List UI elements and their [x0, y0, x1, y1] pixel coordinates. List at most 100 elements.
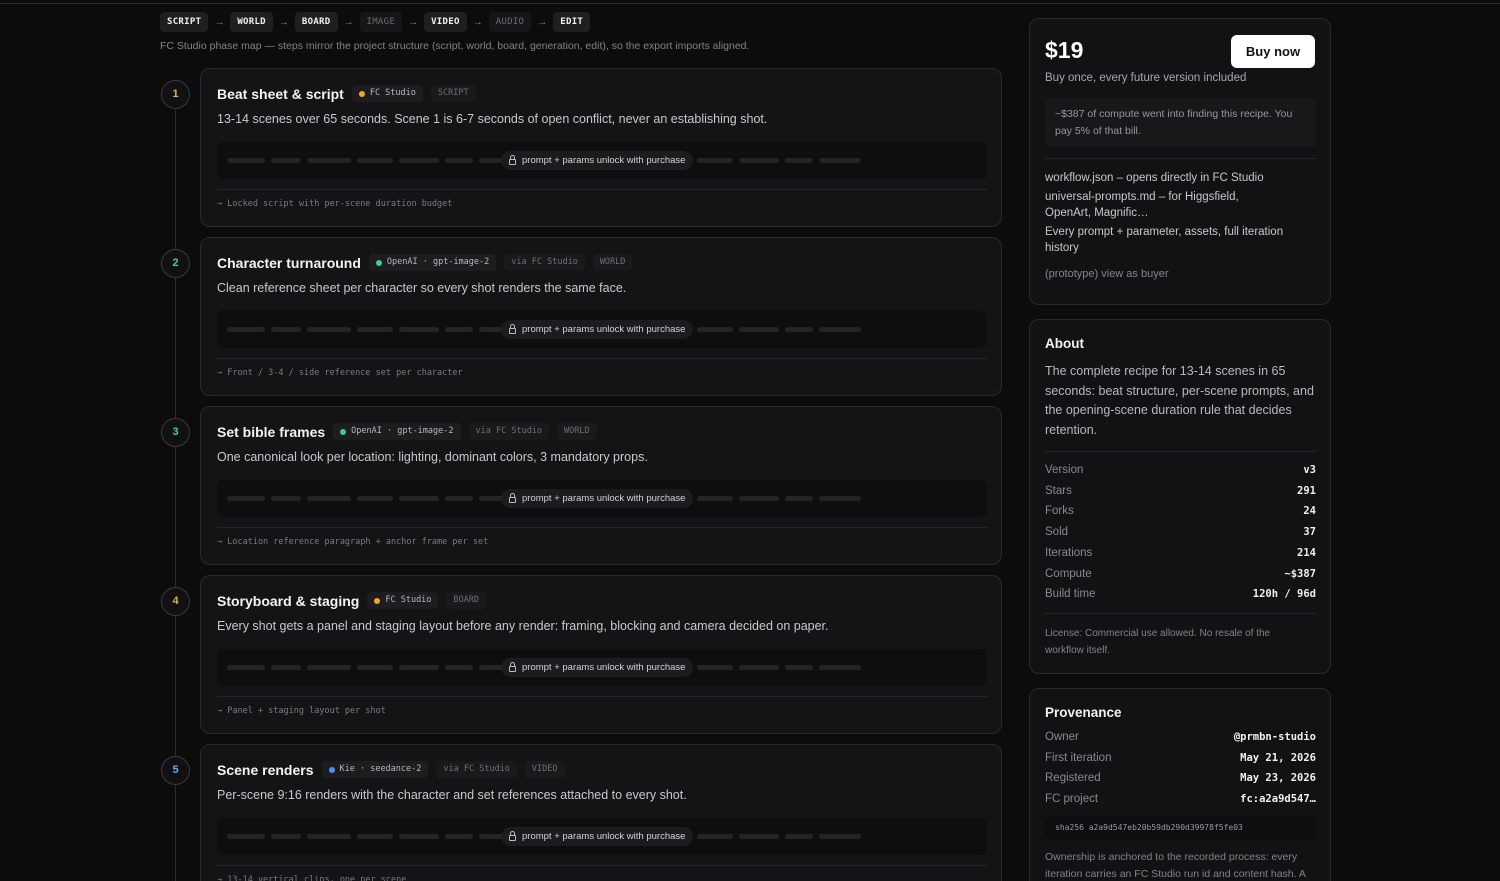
step-card: Storyboard & staging FC Studio BOARD Eve…	[200, 575, 1002, 734]
provenance-row: Registered May 23, 2026	[1045, 772, 1316, 784]
phase-tag: VIDEO	[524, 761, 565, 778]
unlock-pill[interactable]: prompt + params unlock with purchase	[501, 151, 694, 170]
phase-arrow: →	[537, 16, 548, 28]
step-card: Beat sheet & script FC Studio SCRIPT 13-…	[200, 68, 1002, 227]
stat-row: Sold 37	[1045, 526, 1316, 538]
top-divider	[0, 3, 1500, 4]
provenance-value: fc:a2a9d547…	[1240, 793, 1316, 806]
tool-tag: OpenAI · gpt-image-2	[368, 254, 497, 271]
step-number: 5	[161, 756, 190, 785]
include-item: workflow.json – opens directly in FC Stu…	[1045, 172, 1264, 184]
phase-chip-board[interactable]: BOARD	[294, 12, 338, 32]
step-header: Beat sheet & script FC Studio SCRIPT	[217, 85, 476, 102]
phase-chip-edit[interactable]: EDIT	[553, 12, 591, 32]
stat-value: ~$387	[1284, 567, 1316, 580]
status-dot-icon	[358, 90, 365, 97]
divider	[217, 189, 987, 190]
divider	[217, 358, 987, 359]
step-number: 3	[161, 418, 190, 447]
about-text: The complete recipe for 13-14 scenes in …	[1045, 364, 1314, 437]
via-tag: via FC Studio	[436, 761, 517, 778]
step-description: 13-14 scenes over 65 seconds. Scene 1 is…	[217, 112, 768, 126]
lock-icon	[509, 661, 516, 672]
unlock-label: prompt + params unlock with purchase	[522, 493, 686, 504]
tool-name: OpenAI · gpt-image-2	[351, 426, 454, 436]
unlock-pill[interactable]: prompt + params unlock with purchase	[501, 320, 694, 339]
stat-label: Forks	[1045, 505, 1074, 518]
tool-tag: Kie · seedance-2	[321, 761, 429, 778]
step-output: → Locked script with per-scene duration …	[217, 199, 453, 209]
tool-tag: FC Studio	[367, 592, 439, 609]
lock-icon	[509, 323, 516, 334]
provenance-title: Provenance	[1045, 705, 1122, 720]
step-header: Scene renders Kie · seedance-2 via FC St…	[217, 761, 565, 778]
tool-tag: OpenAI · gpt-image-2	[333, 423, 461, 440]
lock-icon	[509, 154, 516, 165]
phase-chip-image[interactable]: IMAGE	[359, 12, 403, 32]
purchase-panel: $19 Buy now Buy once, every future versi…	[1029, 18, 1331, 305]
tool-name: FC Studio	[369, 88, 416, 98]
provenance-value: @prmbn-studio	[1233, 731, 1316, 743]
locked-prompt-block[interactable]: prompt + params unlock with purchase	[217, 649, 987, 686]
stat-value: 120h / 96d	[1252, 588, 1316, 601]
provenance-value: May 21, 2026	[1240, 751, 1316, 764]
phase-tag: BOARD	[446, 592, 487, 609]
unlock-pill[interactable]: prompt + params unlock with purchase	[501, 658, 694, 677]
locked-prompt-block[interactable]: prompt + params unlock with purchase	[217, 311, 987, 348]
phase-map-note: FC Studio phase map — steps mirror the p…	[160, 40, 750, 52]
step-title: Beat sheet & script	[217, 85, 344, 102]
include-item: Every prompt + parameter, assets, full i…	[1045, 226, 1284, 254]
tool-name: OpenAI · gpt-image-2	[386, 257, 490, 267]
phase-arrow: →	[472, 16, 483, 28]
phase-chip-script[interactable]: SCRIPT	[160, 12, 209, 32]
stat-row: Version v3	[1045, 464, 1316, 476]
step-output: → Front / 3-4 / side reference set per c…	[217, 368, 463, 378]
tool-tag: FC Studio	[351, 85, 423, 102]
unlock-pill[interactable]: prompt + params unlock with purchase	[501, 827, 694, 846]
view-as-buyer-link[interactable]: (prototype) view as buyer	[1045, 268, 1169, 280]
purchase-subtitle: Buy once, every future version included	[1045, 72, 1247, 84]
step-header: Character turnaround OpenAI · gpt-image-…	[217, 254, 633, 271]
lock-icon	[509, 830, 516, 841]
unlock-label: prompt + params unlock with purchase	[522, 324, 686, 335]
locked-prompt-block[interactable]: prompt + params unlock with purchase	[217, 480, 987, 517]
buy-now-button[interactable]: Buy now	[1231, 35, 1315, 68]
phase-chip-audio[interactable]: AUDIO	[488, 12, 532, 32]
provenance-row: Owner @prmbn-studio	[1045, 731, 1316, 743]
provenance-label: First iteration	[1045, 751, 1112, 764]
stat-label: Compute	[1045, 567, 1092, 580]
stat-value: 214	[1297, 546, 1316, 559]
locked-prompt-block[interactable]: prompt + params unlock with purchase	[217, 818, 987, 855]
step-title: Scene renders	[217, 761, 314, 778]
divider	[1045, 613, 1316, 614]
step-header: Set bible frames OpenAI · gpt-image-2 vi…	[217, 423, 597, 440]
locked-prompt-block[interactable]: prompt + params unlock with purchase	[217, 142, 987, 179]
about-title: About	[1045, 336, 1084, 351]
unlock-pill[interactable]: prompt + params unlock with purchase	[501, 489, 694, 508]
lock-icon	[509, 492, 516, 503]
step-output: → 13-14 vertical clips, one per scene	[217, 875, 407, 881]
phase-map: SCRIPT → WORLD → BOARD → IMAGE → VIDEO → AUDIO → EDI…	[160, 12, 591, 32]
step-title: Storyboard & staging	[217, 592, 360, 609]
step-card: Set bible frames OpenAI · gpt-image-2 vi…	[200, 406, 1002, 565]
stat-row: Forks 24	[1045, 505, 1316, 517]
stat-label: Build time	[1045, 588, 1096, 601]
provenance-label: Registered	[1045, 772, 1101, 785]
stat-label: Version	[1045, 464, 1084, 476]
step-description: Clean reference sheet per character so e…	[217, 281, 627, 295]
content-hash: sha256 a2a9d547eb20b59db290d39978f5fe03	[1045, 816, 1316, 840]
compute-note: ~$387 of compute went into finding this …	[1045, 98, 1316, 147]
step-number: 1	[161, 80, 190, 109]
divider	[217, 865, 987, 866]
includes-list: workflow.json – opens directly in FC Stu…	[1045, 170, 1285, 259]
stat-label: Stars	[1045, 484, 1072, 497]
provenance-panel: Provenance Owner @prmbn-studio First itera…	[1029, 688, 1331, 881]
step-description: Every shot gets a panel and staging layo…	[217, 619, 829, 633]
step-output: → Location reference paragraph + anchor …	[217, 537, 489, 547]
step-header: Storyboard & staging FC Studio BOARD	[217, 592, 487, 609]
phase-chip-video[interactable]: VIDEO	[424, 12, 467, 32]
provenance-row: FC project fc:a2a9d547…	[1045, 793, 1316, 805]
status-dot-icon	[375, 259, 382, 266]
divider	[217, 696, 987, 697]
phase-chip-world[interactable]: WORLD	[230, 12, 273, 32]
